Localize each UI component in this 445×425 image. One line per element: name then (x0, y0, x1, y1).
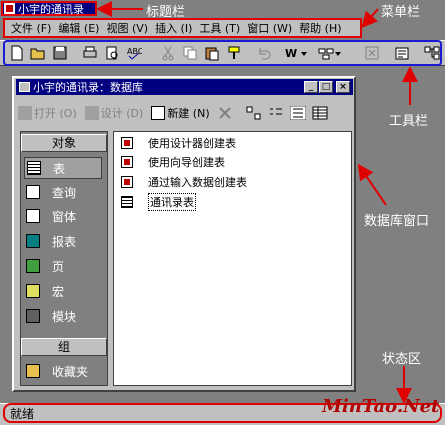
chevron-down-icon[interactable] (334, 45, 350, 61)
open-folder-icon[interactable] (30, 45, 46, 61)
wizard-shortcut-icon (121, 156, 133, 168)
menu-help[interactable]: 帮助 (H) (299, 20, 341, 36)
list-item[interactable]: 使用向导创建表 (121, 154, 225, 170)
database-icon (19, 82, 30, 92)
annotation-menu-bar: 菜单栏 (381, 5, 421, 20)
table-icon (121, 196, 133, 208)
database-window-title: 小宇的通讯录：数据库 (33, 81, 143, 94)
database-window-title-bar[interactable]: 小宇的通讯录：数据库 (16, 79, 353, 95)
menu-tools[interactable]: 工具 (T) (199, 20, 240, 36)
annotation-db-window: 数据库窗口 (364, 214, 430, 229)
menu-window[interactable]: 窗口 (W) (247, 20, 292, 36)
object-pages[interactable]: 页 (26, 255, 64, 277)
code-icon[interactable] (364, 45, 380, 61)
group-favorites[interactable]: 收藏夹 (26, 360, 88, 382)
new-file-icon[interactable] (9, 45, 25, 61)
status-text: 就绪 (10, 407, 35, 421)
large-icons-view-button[interactable] (246, 106, 262, 120)
delete-icon (218, 106, 231, 119)
details-view-icon (312, 106, 328, 119)
cut-icon[interactable] (160, 45, 176, 61)
copy-icon[interactable] (182, 45, 198, 61)
open-icon (18, 105, 32, 120)
undo-icon[interactable] (256, 45, 272, 61)
paste-icon[interactable] (204, 45, 220, 61)
svg-text:ABC: ABC (127, 47, 142, 56)
app-title: 小宇的通讯录 (1, 1, 97, 16)
design-icon (84, 105, 99, 120)
report-icon (26, 234, 40, 248)
object-modules[interactable]: 模块 (26, 305, 76, 327)
large-icons-icon (246, 106, 261, 119)
new-object-icon (151, 105, 166, 120)
object-forms[interactable]: 窗体 (26, 205, 76, 227)
favorites-folder-icon (26, 364, 40, 378)
spelling-icon[interactable]: ABC (126, 45, 144, 61)
objects-header[interactable]: 对象 (21, 134, 107, 152)
new-button[interactable]: 新建 (N) (151, 105, 210, 121)
list-view-button[interactable] (289, 105, 306, 120)
small-icons-icon (269, 108, 282, 114)
list-view-icon (289, 105, 306, 120)
form-icon (26, 209, 40, 223)
watermark: MinTao.Net (322, 396, 440, 417)
annotation-toolbar: 工具栏 (389, 114, 429, 129)
object-macros[interactable]: 宏 (26, 280, 64, 302)
page-icon (26, 259, 40, 273)
menu-edit[interactable]: 编辑 (E) (58, 20, 99, 36)
groups-header[interactable]: 组 (21, 338, 107, 356)
arrow-db-window (357, 163, 387, 206)
app-title-text: 小宇的通讯录 (18, 2, 84, 16)
analyze-icon[interactable] (318, 45, 334, 61)
macro-icon (26, 284, 40, 298)
small-icons-view-button[interactable] (268, 106, 284, 120)
table-icon (27, 161, 41, 175)
print-preview-icon[interactable] (104, 45, 120, 61)
design-button[interactable]: 设计 (D) (84, 105, 143, 121)
menu-bar: 文件 (F) 编辑 (E) 视图 (V) 插入 (I) 工具 (T) 窗口 (W… (3, 18, 362, 38)
minimize-button[interactable]: _ (304, 81, 318, 93)
list-item[interactable]: 通过输入数据创建表 (121, 174, 247, 190)
print-icon[interactable] (82, 45, 98, 61)
object-tables[interactable]: 表 (24, 157, 102, 179)
module-icon (26, 309, 40, 323)
menu-insert[interactable]: 插入 (I) (155, 20, 192, 36)
access-app-icon[interactable] (4, 3, 15, 14)
list-item[interactable]: 使用设计器创建表 (121, 135, 236, 151)
menu-view[interactable]: 视图 (V) (106, 20, 148, 36)
menu-file[interactable]: 文件 (F) (11, 20, 51, 36)
svg-text:W: W (285, 47, 297, 60)
maximize-button[interactable]: □ (319, 81, 333, 93)
database-toolbar: 打开 (O) 设计 (D) 新建 (N) (18, 100, 352, 125)
open-button[interactable]: 打开 (O) (18, 105, 77, 121)
close-button[interactable]: × (336, 81, 350, 93)
wizard-shortcut-icon (121, 137, 133, 149)
details-view-button[interactable] (312, 106, 328, 120)
relationships-icon[interactable] (424, 45, 440, 61)
annotation-status-area: 状态区 (382, 352, 422, 367)
delete-button[interactable] (218, 106, 232, 120)
format-painter-icon[interactable] (226, 45, 242, 61)
chevron-down-icon[interactable] (300, 45, 316, 61)
object-queries[interactable]: 查询 (26, 181, 76, 203)
save-icon[interactable] (52, 45, 68, 61)
office-links-icon[interactable]: W (284, 45, 300, 61)
list-item[interactable]: 通讯录表 (121, 193, 196, 211)
properties-icon[interactable] (394, 45, 410, 61)
wizard-shortcut-icon (121, 176, 133, 188)
query-icon (26, 185, 40, 199)
object-reports[interactable]: 报表 (26, 230, 76, 252)
